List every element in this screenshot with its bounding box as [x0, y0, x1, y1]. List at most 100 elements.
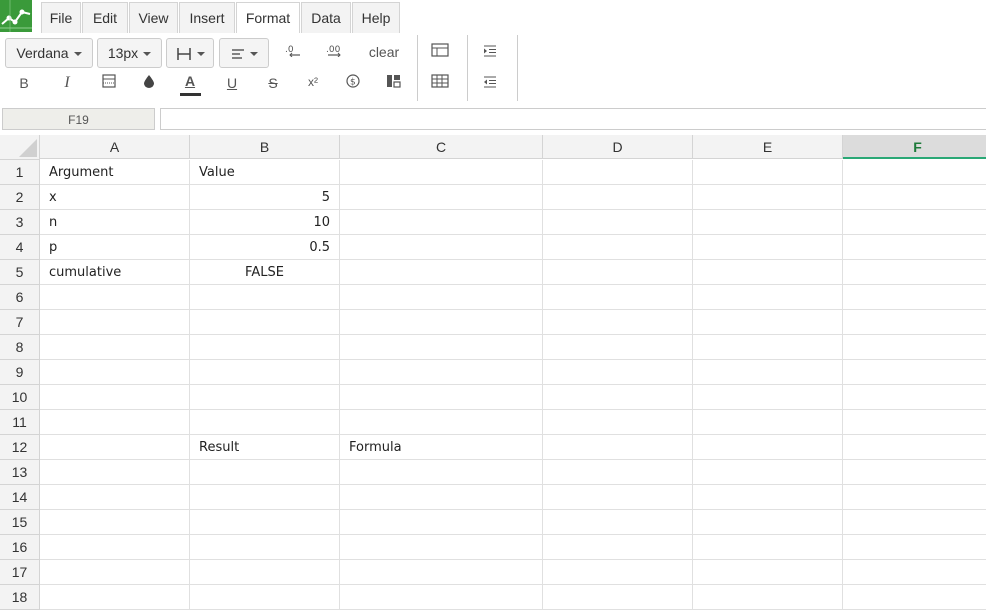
row-header-10[interactable]: 10 — [0, 385, 40, 410]
cell-a5[interactable]: cumulative — [40, 260, 190, 285]
column-header-c[interactable]: C — [340, 135, 543, 159]
cell-a13[interactable] — [40, 460, 190, 485]
cell-d8[interactable] — [543, 335, 693, 360]
cell-d15[interactable] — [543, 510, 693, 535]
cell-c8[interactable] — [340, 335, 543, 360]
cell-b3[interactable]: 10 — [190, 210, 340, 235]
cell-a4[interactable]: p — [40, 235, 190, 260]
fill-color-icon[interactable] — [136, 70, 162, 96]
menu-insert[interactable]: Insert — [179, 2, 235, 33]
decrease-decimal-icon[interactable]: .0 — [279, 39, 305, 65]
cell-e17[interactable] — [693, 560, 843, 585]
cell-d17[interactable] — [543, 560, 693, 585]
cell-d12[interactable] — [543, 435, 693, 460]
superscript-button[interactable]: x² — [300, 69, 326, 95]
cell-e1[interactable] — [693, 160, 843, 185]
cell-b9[interactable] — [190, 360, 340, 385]
cell-a18[interactable] — [40, 585, 190, 610]
cell-b5[interactable]: FALSE — [190, 260, 340, 285]
cell-a8[interactable] — [40, 335, 190, 360]
row-header-7[interactable]: 7 — [0, 310, 40, 335]
cell-c10[interactable] — [340, 385, 543, 410]
formula-input[interactable] — [160, 108, 986, 130]
cell-f12[interactable] — [843, 435, 986, 460]
cell-c14[interactable] — [340, 485, 543, 510]
text-color-button[interactable]: A — [177, 68, 203, 94]
cell-d18[interactable] — [543, 585, 693, 610]
cell-c11[interactable] — [340, 410, 543, 435]
cell-a6[interactable] — [40, 285, 190, 310]
cell-f8[interactable] — [843, 335, 986, 360]
cell-e11[interactable] — [693, 410, 843, 435]
cell-d4[interactable] — [543, 235, 693, 260]
cell-d11[interactable] — [543, 410, 693, 435]
cell-b11[interactable] — [190, 410, 340, 435]
cell-c15[interactable] — [340, 510, 543, 535]
cell-f6[interactable] — [843, 285, 986, 310]
cell-d1[interactable] — [543, 160, 693, 185]
cell-d16[interactable] — [543, 535, 693, 560]
cell-e3[interactable] — [693, 210, 843, 235]
cell-b13[interactable] — [190, 460, 340, 485]
format-cells-icon[interactable] — [380, 70, 406, 96]
cell-b6[interactable] — [190, 285, 340, 310]
cell-a2[interactable]: x — [40, 185, 190, 210]
cell-a15[interactable] — [40, 510, 190, 535]
cell-d7[interactable] — [543, 310, 693, 335]
cell-a7[interactable] — [40, 310, 190, 335]
row-header-5[interactable]: 5 — [0, 260, 40, 285]
cell-c4[interactable] — [340, 235, 543, 260]
cell-e15[interactable] — [693, 510, 843, 535]
cell-f14[interactable] — [843, 485, 986, 510]
cell-b17[interactable] — [190, 560, 340, 585]
row-header-2[interactable]: 2 — [0, 185, 40, 210]
row-header-11[interactable]: 11 — [0, 410, 40, 435]
cell-a3[interactable]: n — [40, 210, 190, 235]
cell-b10[interactable] — [190, 385, 340, 410]
cell-f5[interactable] — [843, 260, 986, 285]
cell-e5[interactable] — [693, 260, 843, 285]
fill-pattern-icon[interactable] — [96, 70, 122, 96]
cell-d14[interactable] — [543, 485, 693, 510]
column-header-f[interactable]: F — [843, 135, 986, 159]
menu-format[interactable]: Format — [236, 2, 300, 34]
row-header-18[interactable]: 18 — [0, 585, 40, 610]
row-header-14[interactable]: 14 — [0, 485, 40, 510]
row-header-8[interactable]: 8 — [0, 335, 40, 360]
row-header-9[interactable]: 9 — [0, 360, 40, 385]
align-select[interactable] — [219, 38, 269, 68]
column-header-e[interactable]: E — [693, 135, 843, 159]
cell-e16[interactable] — [693, 535, 843, 560]
border-select[interactable] — [166, 38, 214, 68]
column-header-d[interactable]: D — [543, 135, 693, 159]
cell-b18[interactable] — [190, 585, 340, 610]
cell-d5[interactable] — [543, 260, 693, 285]
cell-b7[interactable] — [190, 310, 340, 335]
cell-f7[interactable] — [843, 310, 986, 335]
cell-c7[interactable] — [340, 310, 543, 335]
cell-e10[interactable] — [693, 385, 843, 410]
increase-decimal-icon[interactable]: .00 — [322, 39, 348, 65]
row-header-13[interactable]: 13 — [0, 460, 40, 485]
cell-c5[interactable] — [340, 260, 543, 285]
currency-icon[interactable]: $ — [340, 70, 366, 96]
cell-e13[interactable] — [693, 460, 843, 485]
cell-e18[interactable] — [693, 585, 843, 610]
italic-button[interactable]: I — [54, 70, 80, 96]
cell-e4[interactable] — [693, 235, 843, 260]
table-grid-icon[interactable] — [427, 70, 453, 96]
cell-b16[interactable] — [190, 535, 340, 560]
cell-a10[interactable] — [40, 385, 190, 410]
cell-f2[interactable] — [843, 185, 986, 210]
cell-c17[interactable] — [340, 560, 543, 585]
font-family-select[interactable]: Verdana — [5, 38, 93, 68]
cell-f17[interactable] — [843, 560, 986, 585]
select-all-corner[interactable] — [0, 135, 40, 160]
cell-b4[interactable]: 0.5 — [190, 235, 340, 260]
cell-f15[interactable] — [843, 510, 986, 535]
cell-b8[interactable] — [190, 335, 340, 360]
bold-button[interactable]: B — [11, 70, 37, 96]
cell-e2[interactable] — [693, 185, 843, 210]
underline-button[interactable]: U — [219, 70, 245, 96]
row-header-15[interactable]: 15 — [0, 510, 40, 535]
